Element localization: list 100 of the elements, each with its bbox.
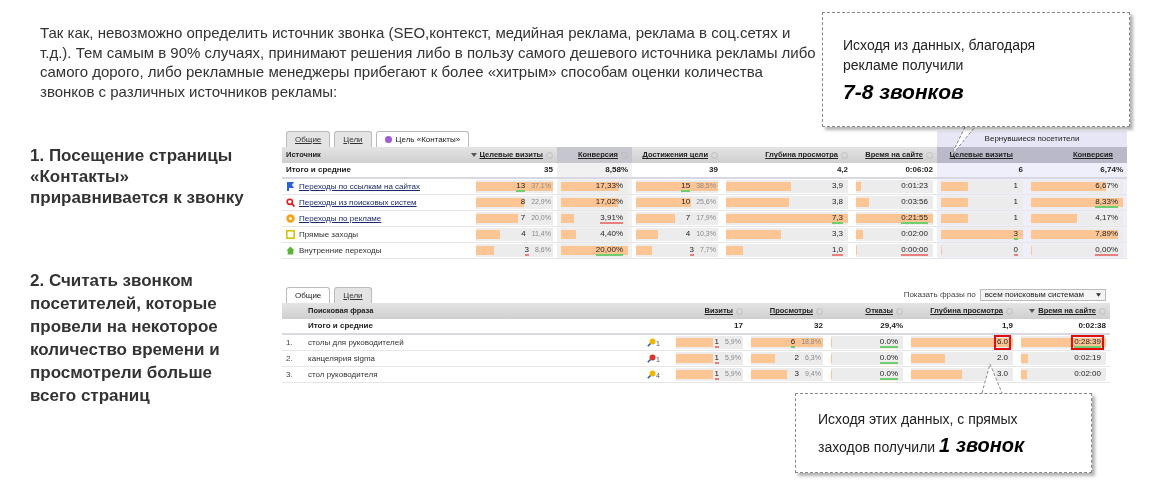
- group-label: Вернувшиеся посетители: [937, 131, 1127, 147]
- total-value: 29,4%: [880, 320, 903, 332]
- help-icon[interactable]: [711, 151, 718, 159]
- total-value: 39: [709, 164, 718, 176]
- cell-value: 6: [789, 336, 797, 350]
- callout-text: Исходя этих данных, с прямых заходов получили 1 звонок: [818, 410, 1026, 458]
- filter-label: Показать фразы по: [903, 289, 976, 301]
- cell-value: 0.0%: [878, 368, 899, 382]
- method-label: 2. Считать звонком посетителей, которые провели на некоторое количество времени и просмотрели больше всего страниц: [30, 270, 221, 407]
- source-label: Прямые заходы: [299, 228, 359, 241]
- total-value: 1,9: [1001, 320, 1013, 332]
- total-label: Итого и средние: [308, 320, 373, 332]
- cell-value: 1: [713, 336, 721, 350]
- cell-value: 3: [688, 244, 696, 258]
- target-icon: [384, 136, 392, 143]
- cell-value: 15: [680, 180, 692, 194]
- cell-value: 0.0%: [878, 336, 899, 350]
- tab[interactable]: Цели: [334, 287, 372, 303]
- cell-value: 3: [523, 244, 531, 258]
- row-number: 2.: [285, 352, 294, 365]
- tab[interactable]: Цели: [334, 131, 372, 147]
- total-value: 35: [544, 164, 553, 176]
- cell-value: 4: [684, 228, 692, 240]
- cell-value: 4,17%: [1094, 212, 1119, 224]
- cell-value: 8: [519, 196, 527, 208]
- source-label: Внутренние переходы: [299, 244, 382, 257]
- help-icon[interactable]: [926, 151, 933, 159]
- search-phrase: стол руководителя: [308, 368, 379, 381]
- cell-value: 1: [1012, 196, 1019, 208]
- total-value: 17: [734, 320, 743, 332]
- method-label: 1. Посещение страницы «Контакты» приравнивается к звонку: [30, 145, 245, 208]
- total-value: 4,2: [836, 164, 848, 176]
- cell-value: 7,3: [830, 212, 844, 226]
- cell-value: 7: [684, 212, 692, 224]
- total-value: 8,58%: [605, 164, 628, 176]
- cell-value: 1: [713, 352, 721, 366]
- cell-value: 0:02:00: [1073, 368, 1102, 380]
- callout-text: Исходя из данных, благодаря рекламе получили 7-8 звонков: [843, 36, 1037, 105]
- cell-value: 0:02:19: [1073, 352, 1102, 364]
- cell-value: 2: [793, 352, 801, 364]
- cell-value: 2.0: [995, 352, 1009, 364]
- cell-value: 4,40%: [599, 228, 624, 240]
- total-value: 6,74%: [1100, 164, 1123, 176]
- engine-dropdown[interactable]: всем поисковым системам: [979, 289, 1106, 301]
- source-link[interactable]: Переходы из поисковых систем: [299, 196, 417, 209]
- cell-value: 3.0: [995, 368, 1009, 380]
- sort-arrow-icon: [1029, 309, 1036, 313]
- cell-value: 17,33%: [594, 180, 624, 192]
- total-label: Итого и средние: [286, 164, 351, 176]
- cell-value: 0:03:56: [900, 196, 929, 208]
- cell-value: 4: [520, 228, 527, 240]
- cell-value: 1: [713, 368, 721, 382]
- cell-value: 0: [1012, 244, 1019, 258]
- row-number: 3.: [285, 368, 294, 381]
- cell-value: 0:02:00: [900, 228, 929, 240]
- cell-value: 1: [1012, 180, 1019, 192]
- cell-value: 0:21:55: [900, 212, 929, 226]
- tab[interactable]: Цель «Контакты»: [375, 131, 470, 147]
- cell-value: 1: [1012, 212, 1019, 224]
- total-value: 0:02:38: [1078, 320, 1106, 332]
- caret-icon: [1096, 293, 1101, 297]
- help-icon[interactable]: [736, 307, 743, 315]
- search-phrase: канцелярия sigma: [308, 352, 377, 365]
- cell-value: 0:00:00: [900, 244, 929, 258]
- row-number: 1.: [285, 336, 294, 349]
- help-icon[interactable]: [546, 151, 553, 159]
- help-icon[interactable]: [1006, 307, 1013, 315]
- total-value: 32: [814, 320, 823, 332]
- cell-value: 3,91%: [599, 212, 624, 226]
- intro-paragraph: Так как, невозможно определить источник звонка (SEO,контекст, медийная реклама, реклама в соц.сетях и т.д.). Тем самым в 90% случаях, принимают решения либо в пользу самого дешевого источника рекламы либо самого дорого, либо рекламные менеджеры прибегают к более «хитрым» способам оценки количества звонков с различных источников рекламы:: [40, 23, 817, 101]
- cell-value: 10: [680, 196, 692, 208]
- cell-value: 0:28:39: [1071, 335, 1104, 350]
- cell-value: 3,8: [830, 196, 844, 208]
- cell-value: 3,9: [830, 180, 844, 192]
- tab[interactable]: Общие: [286, 131, 331, 147]
- total-value: 6: [1018, 164, 1023, 176]
- cell-value: 3: [1012, 228, 1019, 242]
- cell-value: 8,33%: [1094, 196, 1119, 210]
- cell-value: 6.0: [993, 335, 1011, 350]
- cell-value: 17,02%: [594, 196, 624, 208]
- help-icon[interactable]: [816, 307, 823, 315]
- source-link[interactable]: Переходы по рекламе: [299, 212, 382, 225]
- sort-arrow-icon: [470, 153, 477, 157]
- help-icon[interactable]: [1099, 307, 1106, 315]
- cell-value: 0,00%: [1094, 244, 1119, 258]
- search-phrase: столы для руководителей: [308, 336, 405, 349]
- source-link[interactable]: Переходы по ссылкам на сайтах: [299, 180, 421, 193]
- cell-value: 6,67%: [1094, 180, 1119, 192]
- cell-value: 7,89%: [1094, 228, 1119, 240]
- help-icon[interactable]: [841, 151, 848, 159]
- cell-value: 7: [519, 212, 527, 224]
- tab[interactable]: Общие: [286, 287, 331, 303]
- cell-value: 13: [515, 180, 527, 194]
- cell-value: 0.0%: [878, 352, 899, 366]
- total-value: 0:06:02: [905, 164, 933, 176]
- cell-value: 0:01:23: [900, 180, 929, 192]
- cell-value: 3: [793, 368, 801, 380]
- help-icon[interactable]: [896, 307, 903, 315]
- cell-value: 3,3: [830, 228, 844, 240]
- cell-value: 1,0: [830, 244, 844, 258]
